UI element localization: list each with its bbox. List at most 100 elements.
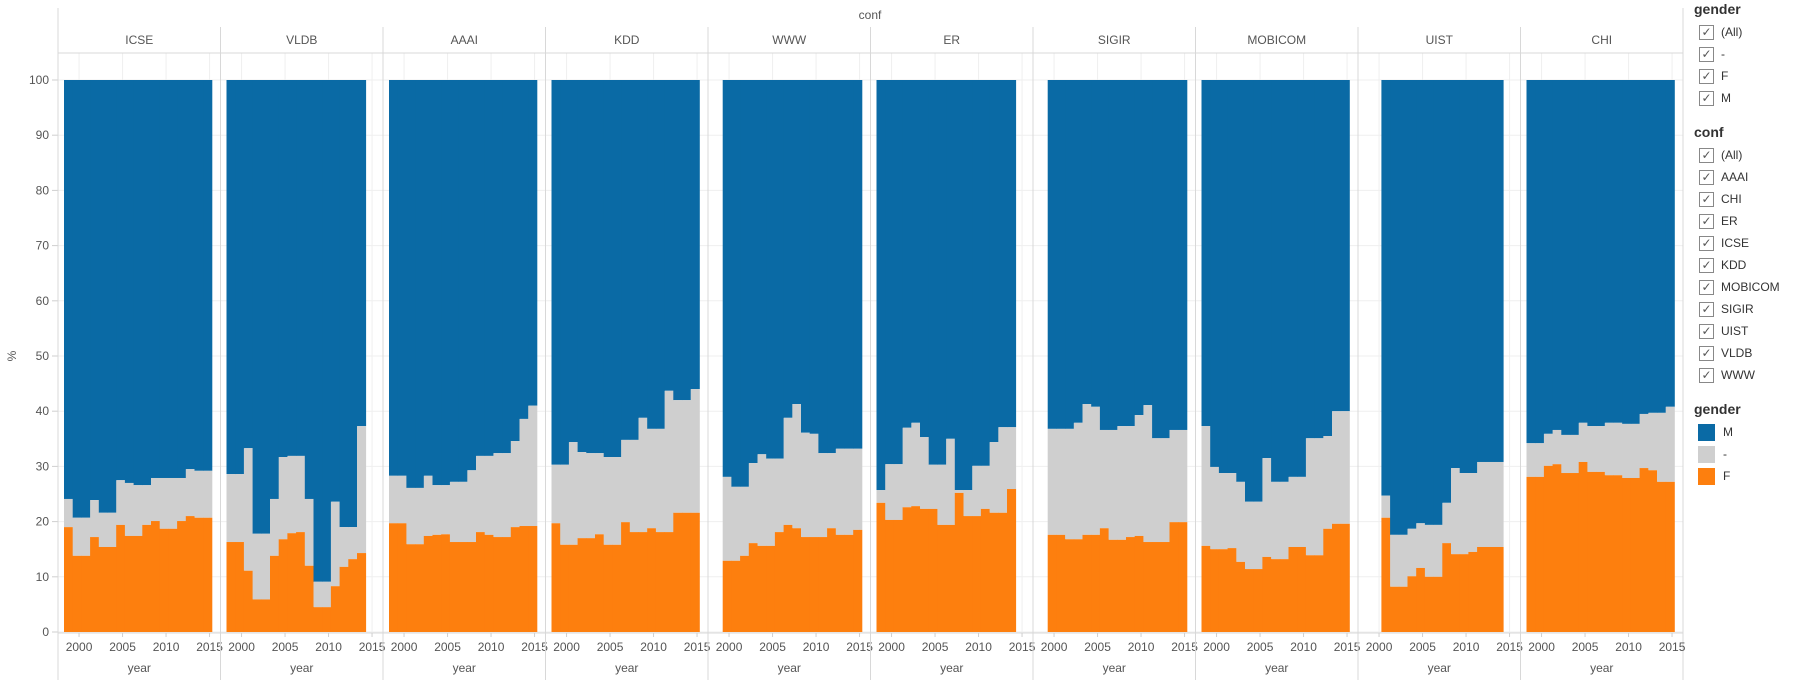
checkbox-checked-icon[interactable]: ✓ xyxy=(1699,213,1714,229)
bar-segment-m xyxy=(1526,80,1536,444)
bar-segment-dash xyxy=(1210,466,1220,550)
bar-segment-f xyxy=(107,546,117,632)
bar-segment-f xyxy=(287,533,297,632)
checkbox-checked-icon[interactable]: ✓ xyxy=(1699,68,1714,84)
gender-filter-item[interactable]: ✓ F xyxy=(1694,65,1800,87)
checkbox-checked-icon[interactable]: ✓ xyxy=(1699,301,1714,317)
bar-segment-f xyxy=(226,542,236,632)
bar-segment-f xyxy=(1468,551,1478,632)
gender-filter-item[interactable]: ✓ - xyxy=(1694,43,1800,65)
x-tick-label: 2015 xyxy=(521,640,548,654)
bar-segment-m xyxy=(946,80,956,439)
bar-segment-dash xyxy=(1578,422,1588,462)
color-legend-item[interactable]: - xyxy=(1694,443,1800,465)
bar-segment-m xyxy=(928,80,938,465)
checkbox-checked-icon[interactable]: ✓ xyxy=(1699,257,1714,273)
bar-segment-dash xyxy=(682,400,692,513)
bar-segment-f xyxy=(159,528,169,632)
x-tick-label: 2015 xyxy=(1496,640,1523,654)
bar-segment-dash xyxy=(124,482,134,536)
x-axis-label: year xyxy=(1590,661,1613,675)
bar-segment-dash xyxy=(1056,428,1066,535)
bar-segment-dash xyxy=(774,458,784,533)
bar-segment-dash xyxy=(655,428,665,533)
bar-segment-m xyxy=(1390,80,1400,535)
bar-segment-dash xyxy=(1526,443,1536,477)
bar-segment-m xyxy=(1297,80,1307,477)
bar-segment-f xyxy=(740,555,750,632)
bar-segment-m xyxy=(1468,80,1478,474)
checkbox-checked-icon[interactable]: ✓ xyxy=(1699,90,1714,106)
gender-filter-item[interactable]: ✓ M xyxy=(1694,87,1800,109)
bar-segment-dash xyxy=(1561,434,1571,474)
bar-segment-f xyxy=(261,599,271,632)
bar-segment-f xyxy=(81,555,91,632)
bar-segment-dash xyxy=(1570,434,1580,474)
bar-segment-m xyxy=(893,80,903,465)
panel-mobicom xyxy=(1201,80,1350,632)
bar-segment-f xyxy=(1178,522,1188,632)
bar-segment-m xyxy=(740,80,750,487)
conf-filter-item[interactable]: ✓ MOBICOM xyxy=(1694,276,1800,298)
bar-segment-f xyxy=(1639,468,1649,632)
y-tick-label: 50 xyxy=(36,349,50,363)
bar-segment-dash xyxy=(1253,501,1263,570)
bar-segment-dash xyxy=(568,442,578,545)
bar-segment-m xyxy=(194,80,204,471)
conf-filter-item[interactable]: ✓ SIGIR xyxy=(1694,298,1800,320)
bar-segment-dash xyxy=(194,470,204,518)
bar-segment-f xyxy=(313,607,323,632)
bar-segment-dash xyxy=(1160,438,1170,543)
checkbox-checked-icon[interactable]: ✓ xyxy=(1699,279,1714,295)
checkbox-checked-icon[interactable]: ✓ xyxy=(1699,147,1714,163)
checkbox-checked-icon[interactable]: ✓ xyxy=(1699,345,1714,361)
x-tick-label: 2005 xyxy=(759,640,786,654)
bar-segment-f xyxy=(151,521,161,632)
bar-segment-m xyxy=(774,80,784,459)
conf-filter-item[interactable]: ✓ UIST xyxy=(1694,320,1800,342)
conf-filter-item[interactable]: ✓ ICSE xyxy=(1694,232,1800,254)
checkbox-checked-icon[interactable]: ✓ xyxy=(1699,235,1714,251)
bar-segment-m xyxy=(989,80,999,443)
bar-segment-dash xyxy=(722,476,732,561)
color-legend-item[interactable]: M xyxy=(1694,421,1800,443)
bar-segment-dash xyxy=(168,477,178,529)
bar-segment-dash xyxy=(1279,481,1289,560)
conf-filter-item[interactable]: ✓ AAAI xyxy=(1694,166,1800,188)
bar-segment-f xyxy=(560,544,570,632)
gender-filter-item[interactable]: ✓ (All) xyxy=(1694,21,1800,43)
bar-segment-f xyxy=(621,522,631,632)
bar-segment-f xyxy=(1073,539,1083,632)
conf-filter-item[interactable]: ✓ CHI xyxy=(1694,188,1800,210)
x-tick-label: 2005 xyxy=(272,640,299,654)
x-tick-label: 2010 xyxy=(803,640,830,654)
bar-segment-m xyxy=(330,80,340,502)
conf-filter-item[interactable]: ✓ VLDB xyxy=(1694,342,1800,364)
checkbox-checked-icon[interactable]: ✓ xyxy=(1699,169,1714,185)
conf-filter-item[interactable]: ✓ WWW xyxy=(1694,364,1800,386)
bar-segment-m xyxy=(1433,80,1443,525)
bar-segment-f xyxy=(766,545,776,632)
checkbox-checked-icon[interactable]: ✓ xyxy=(1699,323,1714,339)
bar-segment-f xyxy=(1451,554,1461,632)
x-axis-label: year xyxy=(1428,661,1451,675)
bar-segment-m xyxy=(621,80,631,440)
bar-segment-m xyxy=(1108,80,1118,430)
checkbox-checked-icon[interactable]: ✓ xyxy=(1699,46,1714,62)
conf-filter-item[interactable]: ✓ (All) xyxy=(1694,144,1800,166)
bar-segment-dash xyxy=(467,470,477,543)
conf-filter-item[interactable]: ✓ KDD xyxy=(1694,254,1800,276)
conf-filter-item[interactable]: ✓ ER xyxy=(1694,210,1800,232)
bar-segment-m xyxy=(722,80,732,477)
bar-segment-dash xyxy=(322,581,332,608)
bar-segment-f xyxy=(389,523,399,632)
color-legend-item[interactable]: F xyxy=(1694,465,1800,487)
checkbox-checked-icon[interactable]: ✓ xyxy=(1699,191,1714,207)
bar-segment-dash xyxy=(980,465,990,509)
facet-title: conf xyxy=(859,8,882,22)
bar-segment-m xyxy=(1236,80,1246,482)
checkbox-checked-icon[interactable]: ✓ xyxy=(1699,367,1714,383)
bar-segment-m xyxy=(586,80,596,454)
bar-segment-m xyxy=(1073,80,1083,423)
checkbox-checked-icon[interactable]: ✓ xyxy=(1699,24,1714,40)
